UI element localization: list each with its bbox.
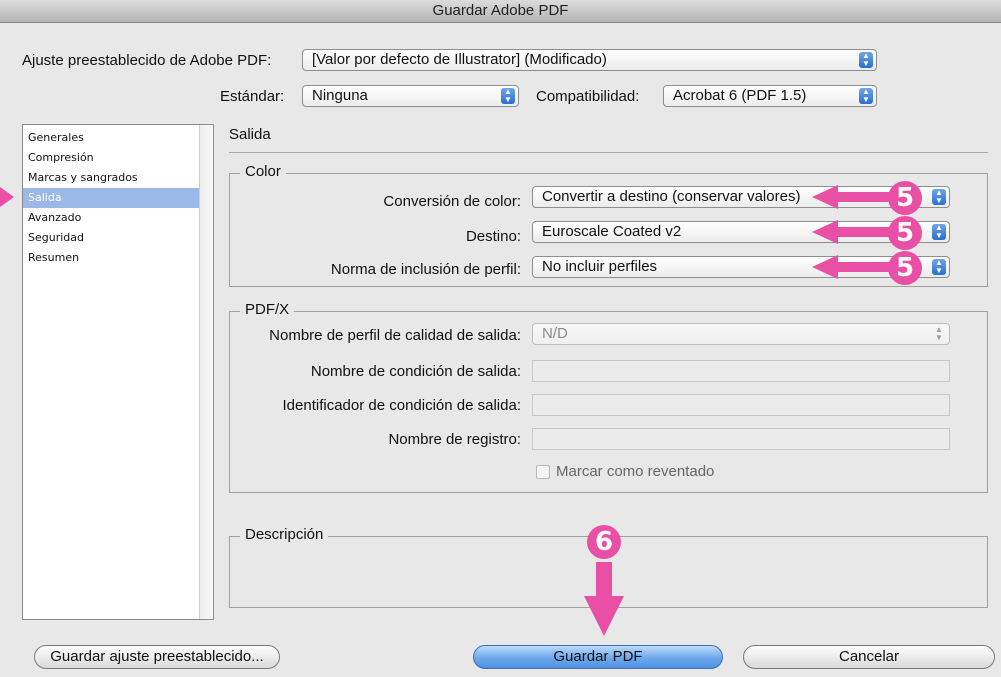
cancel-button[interactable]: Cancelar — [743, 645, 995, 669]
compat-select[interactable]: Acrobat 6 (PDF 1.5) ▲ ▼ — [663, 85, 877, 107]
save-pdf-button[interactable]: Guardar PDF — [473, 645, 723, 669]
destination-label: Destino: — [465, 228, 521, 245]
sidebar: Generales Compresión Marcas y sangrados … — [22, 124, 214, 620]
pointer-arrow-icon — [0, 187, 14, 207]
destination-value: Euroscale Coated v2 — [542, 223, 682, 240]
standard-label: Estándar: — [220, 88, 285, 105]
sidebar-item-avanzado[interactable]: Avanzado — [23, 208, 201, 228]
output-profile-select[interactable]: N/D ▲ ▼ — [532, 323, 950, 345]
description-legend: Descripción — [240, 526, 329, 543]
trapped-checkbox[interactable] — [536, 465, 550, 479]
step-6-badge: 6 — [587, 525, 621, 559]
sidebar-item-resumen[interactable]: Resumen — [23, 248, 201, 268]
preset-label: Ajuste preestablecido de Adobe PDF: — [22, 52, 272, 69]
stepper-icon: ▲ ▼ — [859, 88, 873, 104]
stepper-icon: ▲ ▼ — [932, 224, 946, 240]
down-arrow-icon — [584, 562, 624, 642]
preset-select[interactable]: [Valor por defecto de Illustrator] (Modi… — [302, 49, 877, 71]
preset-value: [Valor por defecto de Illustrator] (Modi… — [312, 51, 607, 68]
color-legend: Color — [240, 163, 286, 180]
condition-name-label: Nombre de condición de salida: — [310, 363, 521, 380]
output-profile-label: Nombre de perfil de calidad de salida: — [269, 327, 521, 344]
step-5-badge: 5 — [888, 251, 922, 285]
sidebar-item-salida[interactable]: Salida — [23, 188, 201, 208]
condition-id-field[interactable] — [532, 394, 950, 416]
save-preset-button[interactable]: Guardar ajuste preestablecido... — [34, 645, 280, 669]
registry-label: Nombre de registro: — [388, 431, 521, 448]
profile-value: No incluir perfiles — [542, 258, 658, 275]
section-divider — [229, 152, 988, 153]
stepper-icon: ▲ ▼ — [859, 52, 873, 68]
trapped-label: Marcar como reventado — [556, 463, 715, 480]
stepper-icon: ▲ ▼ — [501, 88, 515, 104]
section-title: Salida — [229, 126, 271, 143]
stepper-icon: ▲ ▼ — [935, 325, 943, 342]
sidebar-item-generales[interactable]: Generales — [23, 128, 201, 148]
sidebar-item-compresion[interactable]: Compresión — [23, 148, 201, 168]
compat-label: Compatibilidad: — [536, 88, 640, 105]
output-profile-value: N/D — [542, 325, 568, 342]
sidebar-item-seguridad[interactable]: Seguridad — [23, 228, 201, 248]
step-5-badge: 5 — [888, 181, 922, 215]
condition-id-label: Identificador de condición de salida: — [282, 397, 522, 414]
standard-select[interactable]: Ninguna ▲ ▼ — [302, 85, 519, 107]
step-5-badge: 5 — [888, 216, 922, 250]
pdfx-legend: PDF/X — [240, 301, 295, 318]
standard-value: Ninguna — [312, 87, 368, 104]
conversion-value: Convertir a destino (conservar valores) — [542, 188, 801, 205]
condition-name-field[interactable] — [532, 360, 950, 382]
profile-label: Norma de inclusión de perfil: — [330, 261, 521, 278]
sidebar-scrollbar[interactable] — [199, 125, 213, 619]
sidebar-item-marcas[interactable]: Marcas y sangrados — [23, 168, 201, 188]
compat-value: Acrobat 6 (PDF 1.5) — [673, 87, 807, 104]
conversion-label: Conversión de color: — [383, 193, 521, 210]
registry-field[interactable] — [532, 428, 950, 450]
window-title: Guardar Adobe PDF — [0, 0, 1001, 23]
stepper-icon: ▲ ▼ — [932, 189, 946, 205]
sidebar-list: Generales Compresión Marcas y sangrados … — [23, 128, 201, 268]
stepper-icon: ▲ ▼ — [932, 259, 946, 275]
